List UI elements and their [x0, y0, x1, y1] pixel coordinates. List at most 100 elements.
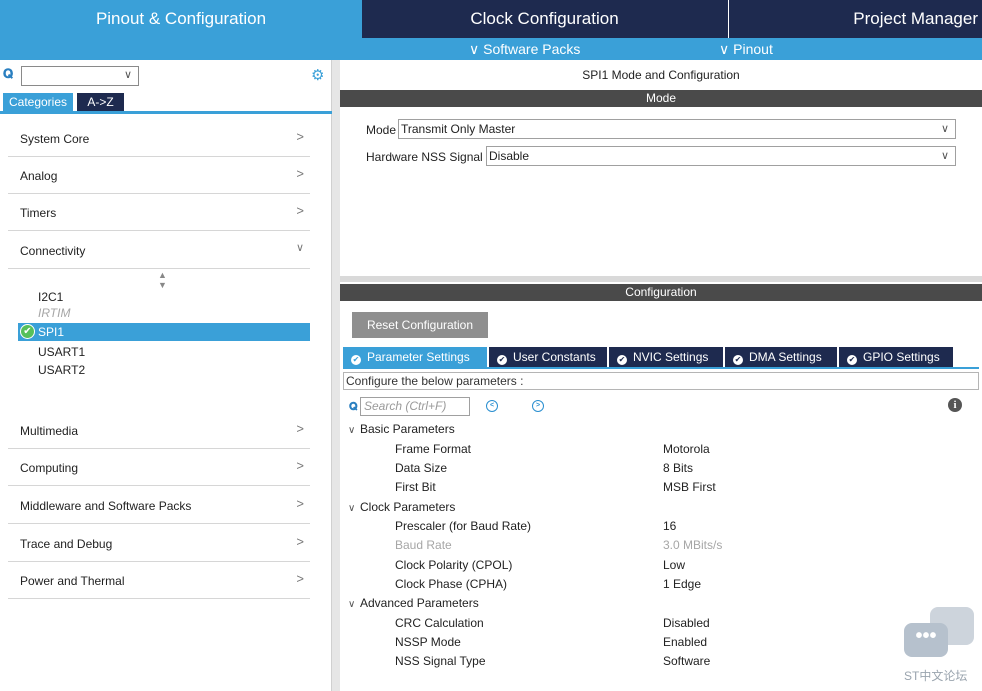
- param-name: Frame Format: [395, 442, 472, 456]
- param-value[interactable]: 16: [663, 519, 676, 533]
- category-connectivity[interactable]: Connectivity ∨: [8, 232, 310, 269]
- tab-label: NVIC Settings: [633, 350, 709, 364]
- peripheral-irtim[interactable]: IRTIM: [38, 306, 70, 320]
- tab-user-constants[interactable]: ✔ User Constants: [489, 347, 607, 367]
- group-basic-parameters[interactable]: ∨ Basic Parameters: [348, 422, 455, 436]
- chevron-right-icon: >: [296, 534, 304, 549]
- tab-label: DMA Settings: [749, 350, 822, 364]
- configure-description: Configure the below parameters :: [343, 372, 979, 390]
- check-icon: ✔: [733, 355, 743, 365]
- tab-label: Parameter Settings: [367, 350, 470, 364]
- check-icon: ✔: [617, 355, 627, 365]
- param-value[interactable]: Software: [663, 654, 710, 668]
- category-timers[interactable]: Timers >: [8, 194, 310, 231]
- category-label: Analog: [20, 169, 58, 183]
- panel-splitter[interactable]: [332, 60, 340, 691]
- category-multimedia[interactable]: Multimedia >: [8, 412, 310, 449]
- param-name: NSSP Mode: [395, 635, 461, 649]
- tab-label: GPIO Settings: [863, 350, 940, 364]
- param-value[interactable]: MSB First: [663, 480, 716, 494]
- param-name: NSS Signal Type: [395, 654, 486, 668]
- category-tabs: Categories A->Z: [0, 93, 332, 114]
- chevron-right-icon: >: [296, 129, 304, 144]
- category-label: Middleware and Software Packs: [20, 499, 192, 513]
- section-divider[interactable]: [340, 276, 982, 282]
- mode-label: Mode: [366, 123, 397, 137]
- category-label: Computing: [20, 461, 79, 475]
- chevron-down-icon: ∨: [348, 599, 356, 610]
- info-icon[interactable]: i: [948, 398, 962, 412]
- param-value[interactable]: Low: [663, 558, 685, 572]
- configuration-section-header: Configuration: [340, 284, 982, 301]
- check-icon: ✔: [20, 324, 35, 339]
- param-value[interactable]: 8 Bits: [663, 461, 693, 475]
- peripheral-spi1[interactable]: ✔ SPI1: [18, 323, 310, 341]
- category-label: Power and Thermal: [20, 574, 125, 588]
- sub-menu-bar: ∨ Software Packs ∨ Pinout: [0, 38, 982, 60]
- peripheral-spi1-label: SPI1: [38, 325, 65, 339]
- tab-dma-settings[interactable]: ✔ DMA Settings: [725, 347, 837, 367]
- tab-gpio-settings[interactable]: ✔ GPIO Settings: [839, 347, 953, 367]
- top-tab-bar: Pinout & Configuration Clock Configurati…: [0, 0, 982, 38]
- param-name: Data Size: [395, 461, 448, 475]
- reset-configuration-button[interactable]: Reset Configuration: [352, 312, 488, 338]
- tab-clock-configuration[interactable]: Clock Configuration: [362, 0, 727, 38]
- page-title: SPI1 Mode and Configuration: [582, 68, 740, 82]
- chevron-down-icon: ∨: [123, 69, 132, 81]
- group-clock-parameters[interactable]: ∨ Clock Parameters: [348, 500, 455, 514]
- tab-project-manager[interactable]: Project Manager: [728, 0, 982, 38]
- chevron-right-icon: >: [296, 421, 304, 436]
- sort-icon[interactable]: ▲ ▼: [158, 270, 167, 290]
- category-power-and-thermal[interactable]: Power and Thermal >: [8, 562, 310, 599]
- chat-dots-icon: •••: [904, 623, 948, 657]
- category-computing[interactable]: Computing >: [8, 449, 310, 486]
- peripheral-usart1[interactable]: USART1: [38, 345, 85, 359]
- category-system-core[interactable]: System Core >: [8, 120, 310, 157]
- category-label: Connectivity: [20, 244, 86, 258]
- peripheral-i2c1[interactable]: I2C1: [38, 290, 63, 304]
- parameter-search-input[interactable]: Search (Ctrl+F): [360, 397, 470, 416]
- param-value: 3.0 MBits/s: [663, 538, 723, 552]
- tab-underline: [343, 367, 979, 369]
- group-title: Clock Parameters: [360, 500, 456, 514]
- category-label: Multimedia: [20, 424, 79, 438]
- chevron-right-icon: >: [296, 571, 304, 586]
- search-previous-icon[interactable]: <: [486, 400, 498, 412]
- category-middleware[interactable]: Middleware and Software Packs >: [8, 487, 310, 524]
- category-search-row: 𝐐 ∨ ⚙: [0, 64, 332, 86]
- param-value[interactable]: Motorola: [663, 442, 710, 456]
- mode-select[interactable]: Transmit Only Master ∨: [398, 119, 956, 139]
- param-value[interactable]: 1 Edge: [663, 577, 701, 591]
- tab-pinout-configuration[interactable]: Pinout & Configuration: [0, 0, 362, 38]
- nss-select[interactable]: Disable ∨: [486, 146, 956, 166]
- check-icon: ✔: [847, 355, 857, 365]
- category-search-combo[interactable]: ∨: [21, 66, 139, 86]
- param-name: Clock Polarity (CPOL): [395, 558, 513, 572]
- param-value[interactable]: Enabled: [663, 635, 707, 649]
- chevron-right-icon: >: [296, 496, 304, 511]
- search-next-icon[interactable]: >: [532, 400, 544, 412]
- nss-select-value: Disable: [489, 149, 530, 163]
- check-icon: ✔: [497, 355, 507, 365]
- peripheral-usart2[interactable]: USART2: [38, 363, 85, 377]
- software-packs-menu[interactable]: ∨ Software Packs: [469, 38, 580, 60]
- tab-categories[interactable]: Categories: [3, 93, 73, 111]
- left-panel: 𝐐 ∨ ⚙ Categories A->Z System Core > Anal…: [0, 60, 332, 691]
- category-label: System Core: [20, 132, 90, 146]
- right-panel: SPI1 Mode and Configuration Mode Mode Tr…: [340, 60, 982, 691]
- param-value[interactable]: Disabled: [663, 616, 710, 630]
- chevron-down-icon: ∨: [940, 150, 949, 162]
- chevron-right-icon: >: [296, 458, 304, 473]
- pinout-menu[interactable]: ∨ Pinout: [719, 38, 773, 60]
- group-advanced-parameters[interactable]: ∨ Advanced Parameters: [348, 596, 479, 610]
- mode-select-value: Transmit Only Master: [401, 122, 516, 136]
- category-analog[interactable]: Analog >: [8, 157, 310, 194]
- tab-nvic-settings[interactable]: ✔ NVIC Settings: [609, 347, 723, 367]
- tab-parameter-settings[interactable]: ✔ Parameter Settings: [343, 347, 487, 367]
- tab-a-to-z[interactable]: A->Z: [77, 93, 124, 111]
- group-title: Advanced Parameters: [360, 596, 479, 610]
- gear-icon[interactable]: ⚙: [311, 66, 324, 84]
- chevron-down-icon: ∨: [295, 242, 304, 254]
- category-label: Trace and Debug: [20, 537, 113, 551]
- category-trace-and-debug[interactable]: Trace and Debug >: [8, 525, 310, 562]
